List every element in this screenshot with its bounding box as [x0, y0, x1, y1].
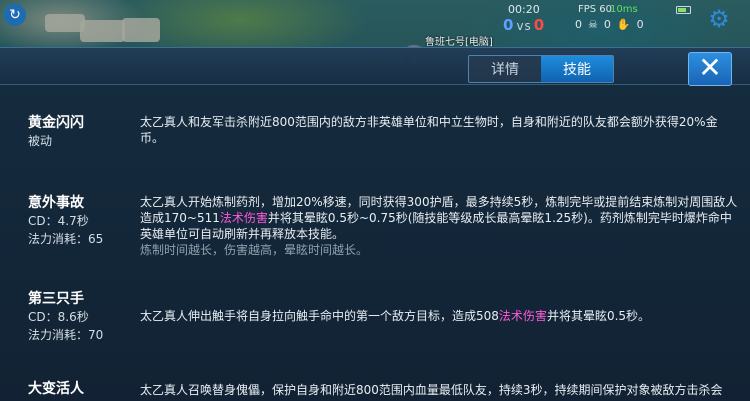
red-score: 0 — [533, 16, 546, 34]
team-score: 0 vs 0 — [503, 16, 545, 34]
skill-name: 意外事故 — [28, 195, 84, 211]
back-icon[interactable]: ↻ — [4, 4, 26, 26]
skill-cooldown: CD：8.6秒 — [28, 310, 89, 324]
skill-meta: 第三只手 CD：8.6秒 法力消耗：70 — [28, 290, 128, 344]
skill-meta: 意外事故 CD：4.7秒 法力消耗：65 — [28, 194, 128, 248]
panel-tab-group: 详情 技能 — [468, 55, 614, 83]
tab-details[interactable]: 详情 — [469, 56, 541, 82]
skill-meta: 黄金闪闪 被动 — [28, 114, 128, 150]
kill-count: 0 — [575, 18, 582, 31]
desc-note: 炼制时间越长，伤害越高，晕眩时间越长。 — [140, 243, 369, 257]
magic-damage-keyword: 法术伤害 — [219, 211, 268, 225]
hero-info-panel: 详情 技能 ✕ 黄金闪闪 被动 太乙真人和友军击杀附近800范围内的敌方非英雄单… — [0, 47, 750, 401]
settings-gear-icon[interactable]: ⚙ — [706, 6, 732, 32]
panel-header: 详情 技能 ✕ — [0, 48, 750, 86]
fps-readout: FPS 60 — [578, 4, 613, 15]
skill-description: 太乙真人伸出触手将自身拉向触手命中的第一个敌方目标，造成508法术伤害并将其晕眩… — [140, 308, 740, 324]
skill-mana-cost: 法力消耗：65 — [28, 232, 104, 246]
skill-mana-cost: 法力消耗：70 — [28, 328, 104, 342]
player-name-tag: 鲁班七号[电脑] — [425, 37, 493, 48]
rock-decoration — [122, 18, 160, 42]
skill-name: 黄金闪闪 — [28, 115, 84, 131]
skill-meta: 大变活人 — [28, 380, 128, 398]
tab-skills[interactable]: 技能 — [541, 56, 613, 82]
desc-text: 并将其晕眩0.5秒。 — [546, 309, 651, 323]
skill-description: 太乙真人开始炼制药剂，增加20%移速，同时获得300护盾，最多持续5秒，炼制完毕… — [140, 194, 740, 258]
skill-type: 被动 — [28, 134, 53, 148]
skill-name: 大变活人 — [28, 381, 84, 397]
close-button[interactable]: ✕ — [688, 52, 732, 86]
desc-text: 太乙真人伸出触手将自身拉向触手命中的第一个敌方目标，造成508 — [140, 309, 499, 323]
skill-description: 太乙真人和友军击杀附近800范围内的敌方非英雄单位和中立生物时，自身和附近的队友… — [140, 115, 718, 145]
match-timer: 00:20 — [508, 3, 540, 16]
ping-readout: 10ms — [610, 4, 638, 15]
rock-decoration — [80, 20, 125, 42]
assist-count: 0 — [636, 18, 644, 31]
kda-stats: 0 ☠ 0 ✋ 0 — [575, 18, 644, 31]
skill-cooldown: CD：4.7秒 — [28, 214, 89, 228]
battery-icon — [676, 6, 691, 14]
blue-score: 0 — [503, 16, 515, 34]
assist-icon: ✋ — [616, 18, 631, 31]
magic-damage-keyword: 法术伤害 — [498, 309, 547, 323]
skull-icon: ☠ — [588, 18, 598, 31]
skills-list[interactable]: 黄金闪闪 被动 太乙真人和友军击杀附近800范围内的敌方非英雄单位和中立生物时，… — [0, 84, 750, 401]
skill-description: 太乙真人召唤替身傀儡，保护自身和附近800范围内血量最低队友，持续3秒，持续期间… — [140, 383, 723, 397]
vs-label: vs — [516, 19, 532, 33]
death-count: 0 — [603, 18, 611, 31]
rock-decoration — [45, 14, 85, 32]
skill-name: 第三只手 — [28, 291, 84, 307]
